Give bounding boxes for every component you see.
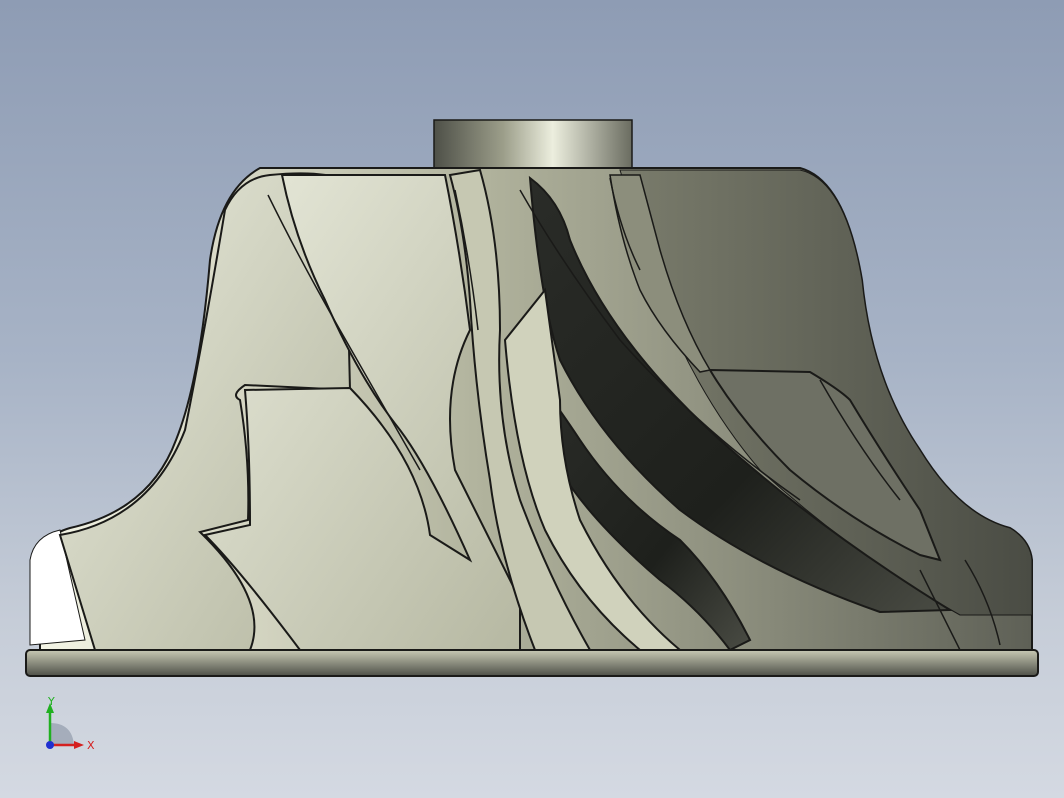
- graphics-viewport[interactable]: Y X: [0, 0, 1064, 798]
- back-plate[interactable]: [25, 649, 1039, 677]
- axis-triad: Y X: [46, 695, 95, 752]
- impeller-model[interactable]: [0, 0, 1064, 798]
- x-axis-arrow-icon: [74, 741, 84, 749]
- triad-y-label: Y: [47, 695, 55, 708]
- z-axis-dot-icon: [46, 741, 54, 749]
- triad-plane-shade: [50, 723, 74, 745]
- triad-x-label: X: [87, 739, 95, 752]
- hub-boss[interactable]: [433, 119, 633, 173]
